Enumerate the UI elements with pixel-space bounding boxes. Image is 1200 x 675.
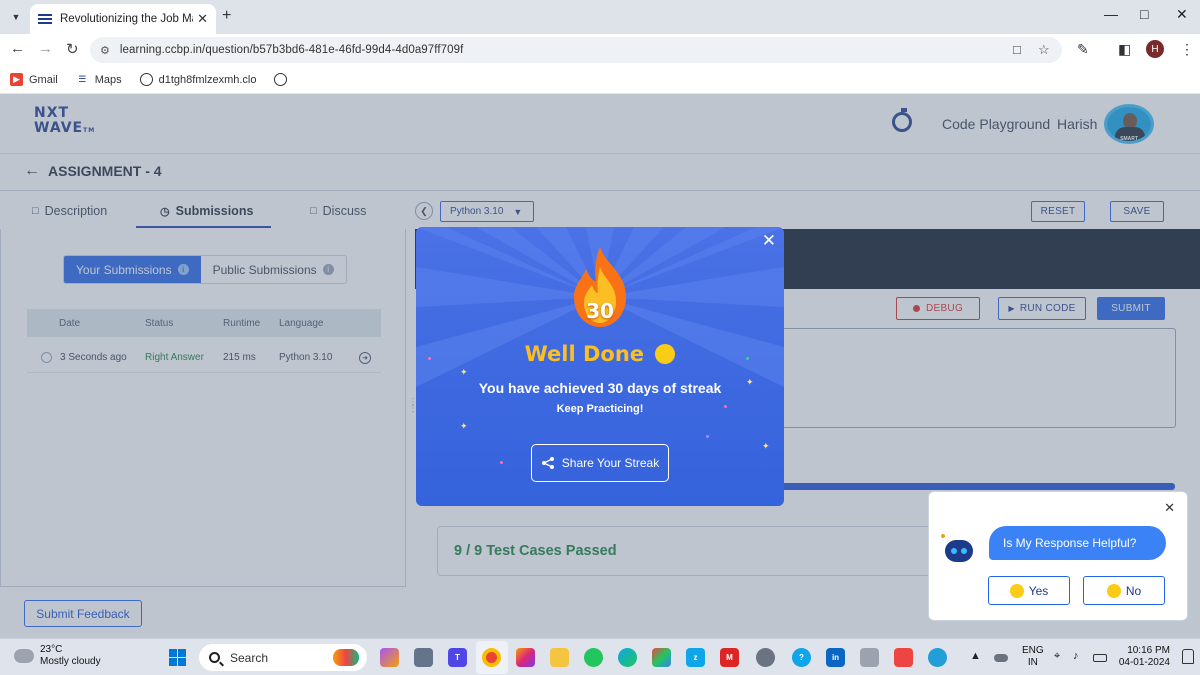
- taskbar-search[interactable]: Search: [199, 644, 367, 671]
- extensions-icon[interactable]: ✎: [1077, 41, 1089, 58]
- store-icon[interactable]: [652, 648, 671, 667]
- smile-emoji-icon: [1009, 583, 1024, 598]
- bookmark-cloudfront[interactable]: d1tgh8fmlzexmh.clo: [139, 73, 256, 86]
- sparkle-icon: ✦: [460, 367, 468, 377]
- new-tab-icon[interactable]: +: [222, 7, 231, 25]
- sparkle-icon: ✦: [746, 377, 754, 387]
- volume-icon[interactable]: ♪: [1073, 650, 1079, 662]
- address-toolbar: ← → ↻ ⚙ learning.ccbp.in/question/b57b3b…: [0, 34, 1200, 66]
- globe-icon: [139, 73, 153, 86]
- windows-taskbar: 23°C Mostly cloudy Search T z M ? in ▲ E…: [0, 638, 1200, 675]
- keep-practicing-text: Keep Practicing!: [556, 403, 644, 415]
- site-settings-icon[interactable]: ⚙: [100, 44, 110, 57]
- neutral-emoji-icon: [1106, 583, 1121, 598]
- modal-title: Well Done: [416, 342, 784, 366]
- input-language[interactable]: ENG IN: [1022, 645, 1044, 669]
- partly-cloudy-icon: [10, 645, 34, 663]
- streak-message: You have achieved 30 days of streak: [478, 380, 722, 396]
- modal-close-icon[interactable]: ✕: [762, 231, 776, 251]
- yes-button[interactable]: Yes: [988, 576, 1070, 605]
- maximize-icon[interactable]: □: [1140, 6, 1148, 22]
- maps-icon: ☰: [78, 74, 87, 84]
- teams-icon[interactable]: T: [448, 648, 467, 667]
- bookmark-maps[interactable]: ☰ Maps: [76, 73, 121, 86]
- bookmarks-bar: ▶ Gmail ☰ Maps d1tgh8fmlzexmh.clo: [0, 66, 1200, 94]
- reload-icon[interactable]: ↻: [66, 40, 79, 58]
- linkedin-icon[interactable]: in: [826, 648, 845, 667]
- robot-icon: [941, 534, 975, 564]
- onedrive-icon[interactable]: [994, 654, 1008, 662]
- browser-tab[interactable]: Revolutionizing the Job Market ✕: [30, 4, 216, 34]
- edge-icon[interactable]: [618, 648, 637, 667]
- helpful-question: Is My Response Helpful?: [989, 526, 1166, 560]
- tab-favicon-icon: [38, 14, 52, 24]
- zoom-icon[interactable]: z: [686, 648, 705, 667]
- notification-bell-icon[interactable]: [1182, 649, 1194, 664]
- search-highlight-icon: [333, 649, 359, 666]
- tab-search-icon[interactable]: ▼: [6, 7, 26, 27]
- settings-gear-icon[interactable]: [756, 648, 775, 667]
- copilot-icon[interactable]: [380, 648, 399, 667]
- share-icon: [541, 457, 554, 469]
- wifi-icon[interactable]: ⌖: [1054, 650, 1060, 663]
- weather-widget[interactable]: 23°C Mostly cloudy: [10, 644, 101, 668]
- chrome-menu-icon[interactable]: ⋮: [1180, 41, 1194, 58]
- search-icon: [209, 652, 220, 663]
- mail-icon[interactable]: [860, 648, 879, 667]
- streak-modal: ✕ 30 Well Done You have achieved 30 days…: [416, 227, 784, 506]
- streak-count: 30: [586, 299, 614, 323]
- help-icon[interactable]: ?: [792, 648, 811, 667]
- side-panel-icon[interactable]: ◧: [1118, 41, 1131, 58]
- gmail-icon: ▶: [10, 73, 23, 86]
- system-clock[interactable]: 10:16 PM 04-01-2024: [1118, 645, 1170, 669]
- profile-avatar[interactable]: H: [1146, 40, 1164, 58]
- video-recorder-icon[interactable]: [894, 648, 913, 667]
- instagram-icon[interactable]: [516, 648, 535, 667]
- party-emoji-icon: [655, 344, 676, 364]
- sparkle-icon: ✦: [460, 421, 468, 431]
- window-close-icon[interactable]: ✕: [1176, 6, 1188, 23]
- tab-close-icon[interactable]: ✕: [197, 11, 208, 27]
- close-icon[interactable]: ✕: [1164, 500, 1175, 516]
- url-text: learning.ccbp.in/question/b57b3bd6-481e-…: [119, 44, 464, 56]
- task-view-icon[interactable]: [414, 648, 433, 667]
- share-streak-button[interactable]: Share Your Streak: [531, 444, 669, 482]
- tab-title: Revolutionizing the Job Market: [60, 13, 193, 25]
- bookmark-globe[interactable]: [274, 73, 293, 86]
- url-bar[interactable]: ⚙ learning.ccbp.in/question/b57b3bd6-481…: [90, 37, 1062, 63]
- chrome-icon[interactable]: [482, 648, 501, 667]
- file-explorer-icon[interactable]: [550, 648, 569, 667]
- back-icon[interactable]: ←: [10, 40, 25, 57]
- windows-start-icon[interactable]: [169, 649, 186, 666]
- install-app-icon[interactable]: □: [1013, 42, 1021, 57]
- browser-tab-bar: ▼ Revolutionizing the Job Market ✕ + — □…: [0, 0, 1200, 34]
- globe-icon: [274, 73, 288, 86]
- show-hidden-icons-icon[interactable]: ▲: [970, 650, 981, 662]
- no-button[interactable]: No: [1083, 576, 1165, 605]
- minimize-icon[interactable]: —: [1104, 6, 1118, 22]
- bookmark-star-icon[interactable]: ☆: [1038, 42, 1050, 58]
- battery-icon[interactable]: [1093, 654, 1107, 662]
- feedback-widget: ✕ Is My Response Helpful? Yes No: [928, 491, 1188, 621]
- forward-icon[interactable]: →: [38, 40, 53, 57]
- bookmark-gmail[interactable]: ▶ Gmail: [10, 73, 58, 86]
- mcafee-icon[interactable]: M: [720, 648, 739, 667]
- whatsapp-icon[interactable]: [584, 648, 603, 667]
- telegram-icon[interactable]: [928, 648, 947, 667]
- sparkle-icon: ✦: [762, 441, 770, 451]
